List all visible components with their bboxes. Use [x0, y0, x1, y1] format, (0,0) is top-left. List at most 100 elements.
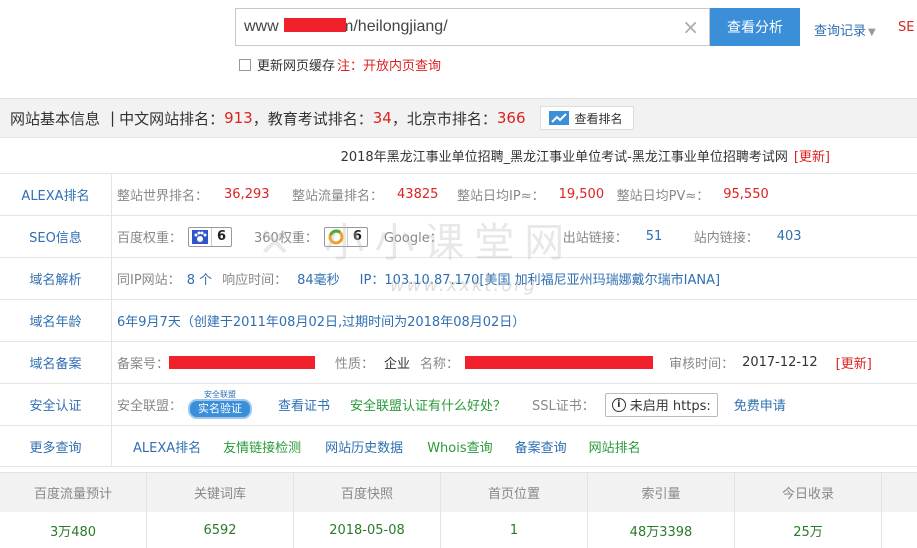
stats-value-snapshot[interactable]: 2018-05-08 [294, 512, 441, 548]
baidu-paw-icon [189, 228, 211, 246]
cache-checkbox[interactable] [239, 58, 251, 71]
baidu-weight-label: 百度权重： [117, 231, 183, 246]
audit-time-value: 2017-12-12 [742, 355, 818, 370]
icp-type-label: 性质： [335, 357, 375, 372]
internal-links-value[interactable]: 403 [777, 229, 802, 244]
alexa-traffic-value: 43825 [397, 187, 439, 202]
more-link-icp[interactable]: 备案查询 [515, 437, 567, 456]
alliance-benefit-link[interactable]: 安全联盟认证有什么好处？ [350, 395, 506, 414]
trend-chart-icon [548, 111, 569, 125]
se-link[interactable]: SE [898, 20, 914, 35]
row-label-alexa[interactable]: ALEXA排名 [0, 174, 112, 215]
redacted-icp-number [169, 356, 316, 369]
s360-weight-badge[interactable]: 6 [323, 226, 368, 247]
alliance-badge-top: 安全联盟 [204, 390, 237, 399]
row-more: 更多查询 ALEXA排名 友情链接检测 网站历史数据 Whois查询 备案查询 … [0, 425, 917, 467]
same-ip-value[interactable]: 8 个 [187, 269, 212, 288]
row-label-more[interactable]: 更多查询 [0, 426, 112, 466]
stats-header-index: 索引量 [588, 473, 735, 512]
more-link-whois[interactable]: Whois查询 [427, 437, 492, 456]
outbound-links-label: 出站链接： [562, 231, 628, 246]
info-icon: i [611, 397, 626, 412]
more-link-history[interactable]: 网站历史数据 [325, 437, 403, 456]
domain-age-text: 6年9月7天（创建于2011年08月02日,过期时间为2018年08月02日） [117, 315, 526, 330]
redacted-icp-name [465, 356, 654, 369]
row-label-age[interactable]: 域名年龄 [0, 300, 112, 341]
row-age: 域名年龄 6年9月7天（创建于2011年08月02日,过期时间为2018年08月… [0, 299, 917, 341]
stats-value-baidu-traffic[interactable]: 3万480 [0, 512, 147, 548]
s360-logo-icon [325, 228, 347, 246]
stats-value-row: 3万480 6592 2018-05-08 1 48万3398 25万 [0, 512, 917, 548]
page-title: 2018年黑龙江事业单位招聘_黑龙江事业单位考试-黑龙江事业单位招聘考试网 [更新… [0, 146, 830, 165]
row-alexa: ALEXA排名 整站世界排名： 36,293 整站流量排名： 43825 整站日… [0, 173, 917, 215]
cn-rank-label: 中文网站排名： [119, 109, 225, 128]
alliance-label: 安全联盟： [117, 399, 183, 414]
stats-header-home-position: 首页位置 [441, 473, 588, 512]
realname-verify-label: 实名验证 [188, 399, 253, 419]
more-link-friendlinks[interactable]: 友情链接检测 [223, 437, 301, 456]
alexa-ip-label: 整站日均IP≈： [457, 189, 545, 204]
audit-time-label: 审核时间： [669, 357, 735, 372]
alexa-traffic-label: 整站流量排名： [292, 189, 384, 204]
bj-rank-value: 366 [496, 109, 526, 127]
alexa-world-value: 36,293 [224, 187, 270, 202]
stats-value-home-position[interactable]: 1 [441, 512, 588, 548]
response-time-label: 响应时间： [222, 273, 288, 288]
title-update-link[interactable]: [更新] [794, 150, 830, 165]
query-history-label: 查询记录 [814, 24, 867, 39]
stats-header-baidu-traffic: 百度流量预计 [0, 473, 147, 512]
url-search-box[interactable]: × [235, 8, 710, 46]
view-rank-button[interactable]: 查看排名 [539, 106, 634, 130]
chevron-down-icon: ▼ [868, 27, 876, 38]
info-separator: | [110, 109, 116, 127]
outbound-links-value[interactable]: 51 [646, 229, 694, 244]
edu-rank-label: ，教育考试排名： [252, 109, 373, 128]
realname-verify-badge[interactable]: 安全联盟 实名验证 [188, 390, 253, 419]
view-rank-label: 查看排名 [574, 111, 623, 126]
stats-value-today[interactable]: 25万 [735, 512, 882, 548]
cache-label: 更新网页缓存 [257, 59, 336, 74]
redacted-domain [284, 18, 346, 32]
google-label: Google： [383, 231, 443, 246]
edu-rank-value: 34 [372, 109, 392, 127]
baidu-weight-badge[interactable]: 6 [188, 226, 233, 247]
analyze-button[interactable]: 查看分析 [710, 8, 800, 46]
bj-rank-label: ，北京市排名： [391, 109, 497, 128]
stats-header-snapshot: 百度快照 [294, 473, 441, 512]
row-security: 安全认证 安全联盟： 安全联盟 实名验证 查看证书 安全联盟认证有什么好处？ S… [0, 383, 917, 425]
cn-rank-value: 913 [224, 109, 253, 127]
stats-value-index[interactable]: 48万3398 [588, 512, 735, 548]
icp-number-label: 备案号： [117, 357, 170, 372]
stats-value-keywords[interactable]: 6592 [147, 512, 294, 548]
baidu-weight-value: 6 [211, 227, 231, 246]
same-ip-label: 同IP网站： [117, 273, 181, 288]
clear-icon[interactable]: × [682, 15, 699, 39]
row-label-icp[interactable]: 域名备案 [0, 342, 112, 383]
info-rows: ALEXA排名 整站世界排名： 36,293 整站流量排名： 43825 整站日… [0, 173, 917, 467]
query-history-link[interactable]: 查询记录 ▼ [814, 20, 876, 39]
more-link-alexa[interactable]: ALEXA排名 [133, 437, 201, 456]
site-info-bar: 网站基本信息 | 中文网站排名： 913 ，教育考试排名： 34 ，北京市排名：… [0, 98, 917, 138]
row-dns: 域名解析 同IP网站： 8 个 响应时间： 84毫秒 IP：103.10.87.… [0, 257, 917, 299]
ip-location[interactable]: IP：103.10.87.170[美国 加利福尼亚州玛瑞娜戴尔瑞市IANA] [360, 269, 720, 288]
alexa-ip-value: 19,500 [558, 187, 605, 202]
free-apply-link[interactable]: 免费申请 [734, 395, 786, 414]
view-certificate-link[interactable]: 查看证书 [278, 395, 330, 414]
row-seo: SEO信息 百度权重： 6 360权重： 6 Google： 出站链接： 51 … [0, 215, 917, 257]
response-time-value: 84毫秒 [297, 273, 340, 288]
icp-update-link[interactable]: [更新] [836, 353, 872, 372]
cache-option: 更新网页缓存 注：开放内页查询 [239, 55, 441, 74]
row-icp: 域名备案 备案号： 性质： 企业 名称： 审核时间： 2017-12-12 [更… [0, 341, 917, 383]
internal-links-label: 站内链接： [693, 231, 759, 246]
https-status-button[interactable]: i 未启用 https: [604, 392, 718, 417]
row-label-dns[interactable]: 域名解析 [0, 258, 112, 299]
more-link-rank[interactable]: 网站排名 [589, 437, 641, 456]
ssl-label: SSL证书： [532, 399, 595, 414]
alexa-pv-value: 95,550 [723, 187, 769, 202]
s360-weight-value: 6 [346, 227, 367, 246]
cache-note: 注：开放内页查询 [337, 59, 442, 74]
row-label-seo[interactable]: SEO信息 [0, 216, 112, 257]
row-label-security[interactable]: 安全认证 [0, 384, 112, 425]
page-title-text: 2018年黑龙江事业单位招聘_黑龙江事业单位考试-黑龙江事业单位招聘考试网 [340, 150, 788, 165]
stats-header-today: 今日收录 [735, 473, 882, 512]
